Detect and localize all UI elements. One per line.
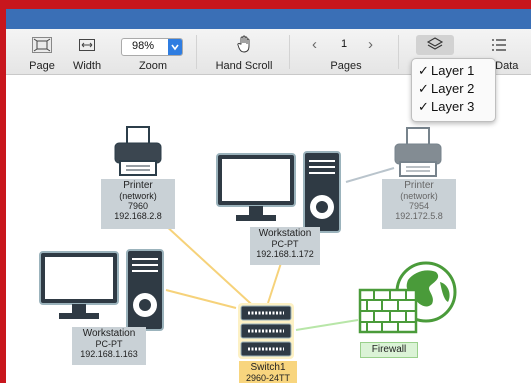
switch-name: Switch1	[250, 362, 286, 373]
switch-model: 2960-24TT	[245, 373, 291, 383]
fit-width-icon	[79, 39, 95, 51]
layer-2-item[interactable]: ✓ Layer 2	[418, 81, 474, 99]
printer-2-node[interactable]	[390, 126, 450, 184]
layer-2-label: Layer 2	[431, 81, 475, 96]
hand-scroll-label: Hand Scroll	[215, 60, 273, 72]
app-window: Page Width 98% Zoom Hand Scroll ‹ 1 › Pa…	[0, 0, 531, 383]
layers-menu: ✓ Layer 1 ✓ Layer 2 ✓ Layer 3	[411, 58, 496, 122]
printer-2-type: (network)	[400, 191, 438, 201]
zoom-select[interactable]: 98%	[121, 38, 183, 56]
layer-1-label: Layer 1	[431, 63, 475, 78]
workstation-left-node[interactable]	[39, 249, 165, 333]
layer-3-label: Layer 3	[431, 99, 475, 114]
workstation-icon	[216, 151, 341, 233]
printer-icon	[114, 126, 162, 176]
printer-2-model: 7954	[408, 201, 430, 211]
page-view-label: Page	[29, 60, 55, 72]
check-icon: ✓	[418, 99, 429, 114]
title-bar	[6, 9, 531, 29]
printer-1-model: 7960	[127, 201, 149, 211]
workstation-left-ip: 192.168.1.163	[80, 349, 138, 359]
layers-icon	[426, 37, 444, 50]
printer-1-name: Printer	[123, 180, 153, 191]
page-fit-icon	[32, 37, 52, 53]
width-view-label: Width	[72, 60, 102, 72]
width-view-button[interactable]: Width	[69, 33, 105, 73]
previous-page-icon[interactable]: ‹	[312, 36, 317, 53]
workstation-left-name: Workstation	[82, 328, 136, 339]
switch-label: Switch1 2960-24TT	[239, 361, 297, 383]
layer-3-item[interactable]: ✓ Layer 3	[418, 99, 474, 117]
check-icon: ✓	[418, 81, 429, 96]
zoom-dropdown-icon[interactable]	[168, 39, 182, 55]
firewall-node[interactable]	[356, 260, 462, 342]
toolbar-divider	[196, 35, 197, 69]
page-number[interactable]: 1	[341, 38, 347, 50]
pages-label: Pages	[330, 60, 362, 72]
check-icon: ✓	[418, 63, 429, 78]
page-view-button[interactable]: Page	[26, 33, 58, 73]
workstation-top-model: PC-PT	[271, 239, 299, 249]
printer-1-node[interactable]	[110, 125, 170, 183]
zoom-value: 98%	[132, 40, 155, 52]
toolbar-divider	[289, 35, 290, 69]
printer-icon	[394, 127, 442, 177]
link-workstation-top-switch	[267, 262, 282, 304]
zoom-control: 98% Zoom	[121, 33, 185, 73]
toolbar-divider	[398, 35, 399, 69]
printer-2-label: Printer (network) 7954 192.172.5.8	[382, 179, 456, 229]
switch-icon	[238, 303, 294, 359]
workstation-top-ip: 192.168.1.172	[256, 249, 314, 259]
printer-1-type: (network)	[119, 191, 157, 201]
hand-icon	[237, 35, 250, 53]
printer-2-name: Printer	[404, 180, 434, 191]
layer-1-item[interactable]: ✓ Layer 1	[418, 63, 474, 81]
workstation-left-model: PC-PT	[95, 339, 123, 349]
link-workstation-left-switch	[165, 289, 237, 309]
workstation-icon	[39, 249, 164, 331]
printer-1-label: Printer (network) 7960 192.168.2.8	[101, 179, 175, 229]
workstation-top-node[interactable]	[216, 151, 342, 235]
printer-1-ip: 192.168.2.8	[114, 211, 162, 221]
next-page-icon[interactable]: ›	[368, 36, 373, 53]
zoom-label: Zoom	[138, 60, 168, 72]
link-switch-firewall	[295, 319, 359, 331]
hand-scroll-button[interactable]: Hand Scroll	[211, 33, 277, 73]
printer-2-ip: 192.172.5.8	[395, 211, 443, 221]
firewall-name: Firewall	[371, 344, 407, 355]
workstation-top-label: Workstation PC-PT 192.168.1.172	[250, 227, 320, 265]
list-icon	[492, 39, 506, 51]
workstation-left-label: Workstation PC-PT 192.168.1.163	[72, 327, 146, 365]
firewall-label: Firewall	[360, 342, 418, 358]
pages-control: ‹ 1 › Pages	[306, 33, 386, 73]
switch-node[interactable]	[236, 301, 298, 363]
workstation-top-name: Workstation	[258, 228, 312, 239]
firewall-icon	[358, 261, 457, 334]
